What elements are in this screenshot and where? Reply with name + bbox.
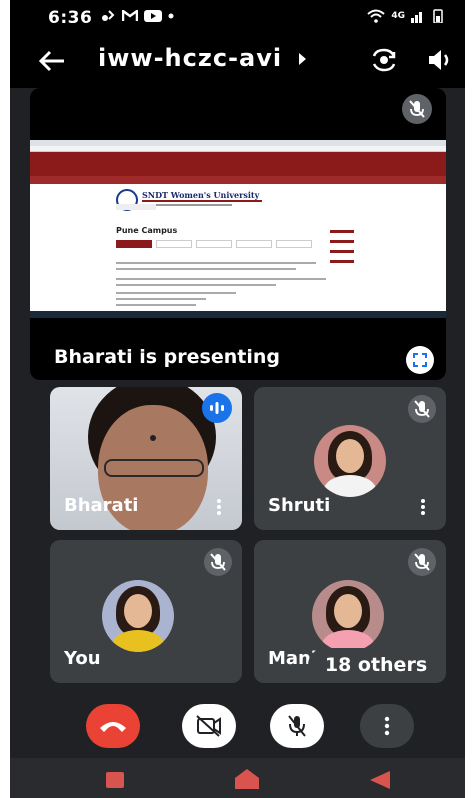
avatar: [312, 580, 384, 652]
mic-off-icon: [408, 395, 436, 423]
fullscreen-icon[interactable]: [406, 346, 434, 374]
site-subtitle-line: [142, 200, 262, 202]
participant-name: Shruti: [268, 495, 331, 516]
participant-name: You: [64, 648, 101, 669]
participant-tile-bharati[interactable]: Bharati: [50, 387, 242, 530]
gmail-icon: [122, 10, 138, 21]
site-side-links: [330, 230, 354, 270]
camera-off-button[interactable]: [182, 704, 236, 748]
notification-icons: [100, 9, 174, 23]
campus-heading: Pune Campus: [116, 226, 178, 235]
system-icons: 4G: [367, 9, 445, 23]
text-line: [116, 298, 206, 300]
site-nav-bar: [30, 176, 446, 184]
signal-icon: [411, 12, 422, 23]
site-tab-row: [116, 240, 312, 248]
windows-taskbar: [30, 311, 446, 318]
switch-camera-icon[interactable]: [370, 46, 398, 74]
presentation-tile[interactable]: SNDT Women's University Pune Campus Bhar…: [30, 88, 446, 380]
site-header-bar: [30, 152, 446, 176]
status-bar: 6:36 4G: [10, 0, 465, 34]
more-vertical-icon[interactable]: [420, 498, 426, 516]
meeting-code[interactable]: iww-hczc-avi: [98, 44, 282, 72]
android-nav-bar: [10, 758, 465, 798]
site-breadcrumb: [116, 204, 156, 210]
chevron-right-icon[interactable]: [299, 53, 306, 65]
speaking-indicator-icon: [202, 393, 232, 423]
recents-icon[interactable]: [106, 772, 124, 788]
text-line: [116, 278, 326, 280]
participant-name: Bharati: [64, 495, 139, 516]
arrow-left-icon[interactable]: [36, 46, 68, 76]
text-line: [116, 262, 316, 264]
avatar: [314, 425, 386, 497]
mic-off-icon: [204, 548, 232, 576]
mic-off-icon: [402, 94, 432, 124]
more-vertical-icon: [384, 716, 390, 736]
more-vertical-icon[interactable]: [216, 498, 222, 516]
home-icon[interactable]: [234, 768, 260, 790]
back-triangle-icon[interactable]: [368, 770, 392, 790]
participant-video: [150, 435, 156, 441]
avatar: [102, 580, 174, 652]
mic-off-icon: [408, 548, 436, 576]
site-title: SNDT Women's University: [142, 190, 260, 200]
network-type-label: 4G: [391, 10, 405, 21]
call-controls: [10, 690, 465, 756]
meeting-top-bar: iww-hczc-avi: [10, 34, 465, 88]
participant-tile-you[interactable]: You: [50, 540, 242, 683]
status-time: 6:36: [48, 8, 93, 28]
wifi-icon: [367, 9, 386, 23]
presenting-label: Bharati is presenting: [54, 346, 280, 368]
shared-screen: SNDT Women's University Pune Campus: [30, 140, 446, 318]
end-call-icon: [100, 722, 126, 732]
meet-call-screen: 6:36 4G iww-hczc-avi SNDT Women's Univer…: [10, 0, 465, 798]
volume-icon[interactable]: [426, 46, 454, 74]
text-line: [116, 304, 196, 306]
end-call-button[interactable]: [86, 704, 140, 748]
site-logo-area: SNDT Women's University: [30, 184, 446, 214]
notification-icon: [102, 10, 115, 21]
text-line: [116, 292, 236, 294]
text-line: [116, 284, 276, 286]
dot-icon: [168, 13, 174, 19]
battery-icon: [433, 9, 443, 23]
text-line: [116, 268, 296, 270]
mic-off-button[interactable]: [270, 704, 324, 748]
more-options-button[interactable]: [360, 704, 414, 748]
participant-video: [104, 459, 204, 477]
camera-off-icon: [196, 715, 221, 737]
others-count-pill[interactable]: 18 others: [308, 648, 444, 682]
participant-tile-shruti[interactable]: Shruti: [254, 387, 446, 530]
mic-off-icon: [288, 715, 306, 737]
youtube-icon: [144, 10, 162, 22]
